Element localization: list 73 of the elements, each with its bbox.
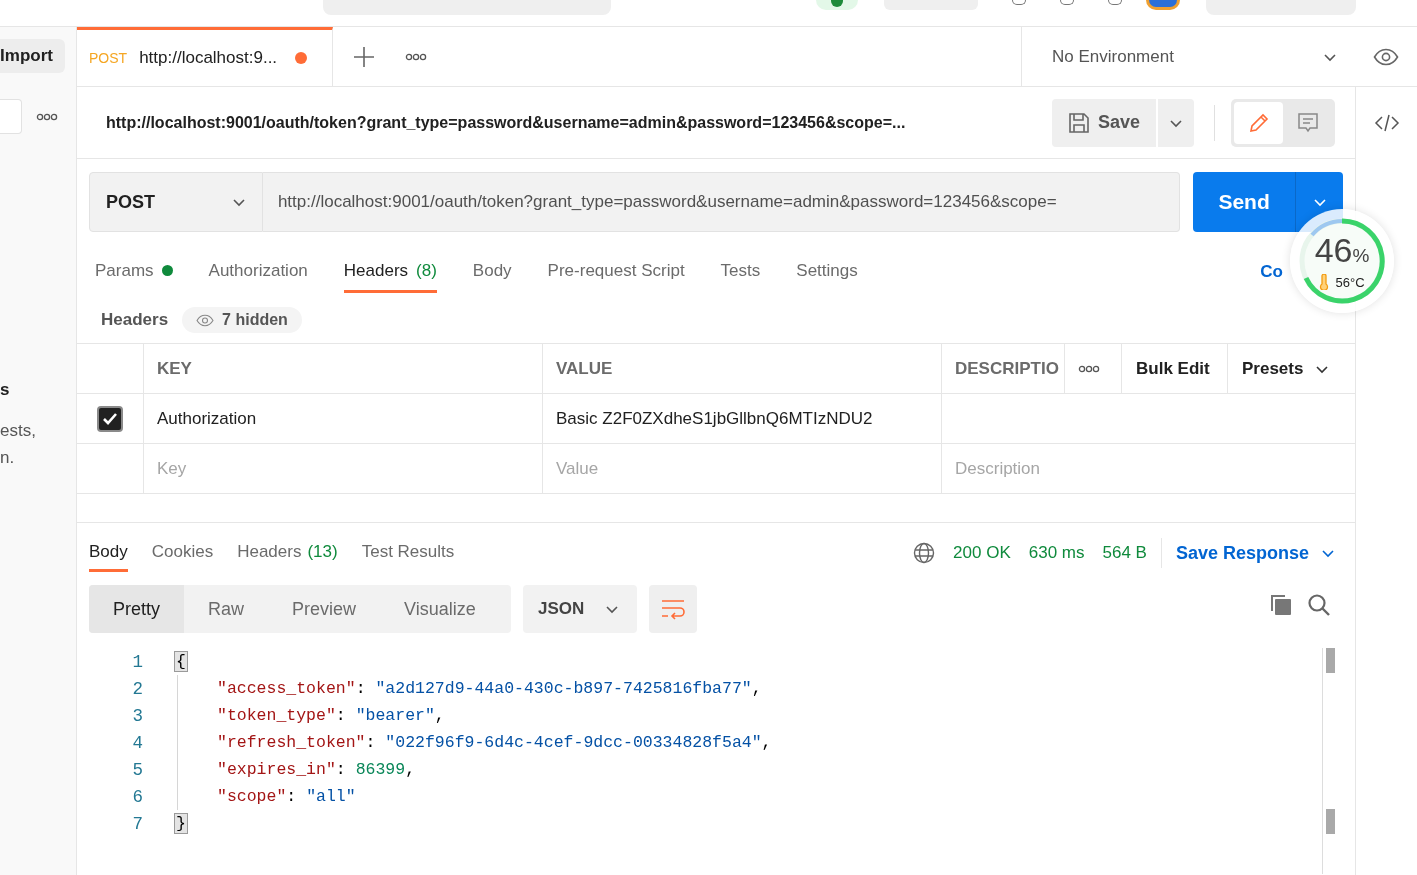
eye-icon[interactable] <box>196 313 215 327</box>
view-tab[interactable]: Visualize <box>380 585 500 633</box>
scrollbar[interactable] <box>1322 648 1335 874</box>
request-option-tab[interactable]: Body <box>472 251 512 293</box>
request-option-tab[interactable]: Headers (8) <box>343 251 437 293</box>
line-number: 3 <box>131 705 143 726</box>
search-icon[interactable] <box>1307 593 1331 617</box>
code-line: "scope": "all" <box>217 787 356 806</box>
send-button[interactable]: Send <box>1193 172 1296 232</box>
save-response-button[interactable]: Save Response <box>1175 542 1335 564</box>
comment-icon <box>1295 110 1320 135</box>
thermometer-icon <box>1319 274 1330 290</box>
environment-select[interactable]: No Environment <box>1021 27 1355 86</box>
request-tab[interactable]: POST http://localhost:9... <box>77 27 333 86</box>
usage-percent: 46% <box>1314 232 1370 271</box>
view-tab[interactable]: Pretty <box>89 585 184 633</box>
sidebar-text: ests, <box>0 420 37 442</box>
plus-icon[interactable] <box>353 45 375 68</box>
line-number: 1 <box>131 651 143 672</box>
line-number: 7 <box>131 813 143 834</box>
presets-button[interactable]: Presets <box>1228 344 1355 393</box>
bulk-edit-button[interactable]: Bulk Edit <box>1122 344 1228 393</box>
response-tab[interactable]: Headers (13) <box>237 534 338 572</box>
wrap-icon <box>660 598 686 620</box>
globe-icon[interactable] <box>913 542 936 564</box>
table-cell[interactable]: Basic Z2F0ZXdheS1jbGllbnQ6MTIzNDU2 <box>543 394 942 443</box>
status-icon[interactable] <box>816 0 858 10</box>
response-time: 630 ms <box>1028 543 1085 563</box>
hidden-headers-toggle[interactable]: 7 hidden <box>182 307 302 333</box>
avatar-icon[interactable] <box>1146 0 1180 10</box>
save-button[interactable]: Save <box>1051 98 1156 147</box>
more-icon[interactable] <box>1078 364 1100 373</box>
response-tab[interactable]: Body <box>89 534 128 572</box>
request-option-tab[interactable]: Tests <box>720 251 761 293</box>
code-line: "refresh_token": "022f96f9-6d4c-4cef-9dcc-00334828f5a4", <box>217 733 772 752</box>
cookies-link[interactable]: Co <box>1260 262 1283 282</box>
eye-icon[interactable] <box>1373 47 1399 66</box>
line-number: 4 <box>131 732 143 753</box>
table-cell[interactable]: Authorization <box>144 394 543 443</box>
line-number: 2 <box>131 678 143 699</box>
column-header: KEY <box>144 344 543 393</box>
request-option-tab[interactable]: Authorization <box>208 251 308 293</box>
response-size: 564 B <box>1102 543 1147 563</box>
code-icon[interactable] <box>1373 113 1400 133</box>
more-icon[interactable] <box>36 112 58 121</box>
column-header: VALUE <box>543 344 942 393</box>
code-line: "token_type": "bearer", <box>217 706 445 725</box>
status-code: 200 OK <box>953 543 1011 563</box>
view-tab[interactable]: Raw <box>184 585 269 633</box>
format-select[interactable]: JSON <box>523 585 637 633</box>
request-option-tab[interactable]: Params <box>95 251 173 293</box>
response-tab[interactable]: Test Results <box>361 534 455 572</box>
sidebar-text: n. <box>0 447 16 469</box>
floppy-icon <box>1067 111 1090 134</box>
response-tab[interactable]: Cookies <box>151 534 214 572</box>
request-option-tab[interactable]: Settings <box>796 251 858 293</box>
line-number: 5 <box>131 759 143 780</box>
import-button[interactable]: Import <box>0 39 65 73</box>
column-header: DESCRIPTIO <box>942 344 1065 393</box>
sidebar-heading: s <box>0 379 11 401</box>
code-line: "access_token": "a2d127d9-44a0-430c-b897-7425816fba77", <box>217 679 762 698</box>
copy-icon[interactable] <box>1269 593 1293 617</box>
method-select[interactable]: POST <box>89 172 263 232</box>
line-number: 6 <box>131 786 143 807</box>
section-title: Headers <box>101 310 169 330</box>
view-tab[interactable]: Preview <box>268 585 381 633</box>
request-title[interactable]: http://localhost:9001/oauth/token?grant_type=password&username=admin&password=123456&scope=... <box>106 113 1052 132</box>
temperature: 56°C <box>1335 274 1365 290</box>
code-line: "expires_in": 86399, <box>217 760 416 779</box>
url-field[interactable]: http://localhost:9001/oauth/token?grant_type=password&username=admin&password=123456&scope= <box>262 172 1181 232</box>
more-icon[interactable] <box>405 52 427 61</box>
request-option-tab[interactable]: Pre-request Script <box>547 251 685 293</box>
checkbox[interactable] <box>97 405 123 432</box>
